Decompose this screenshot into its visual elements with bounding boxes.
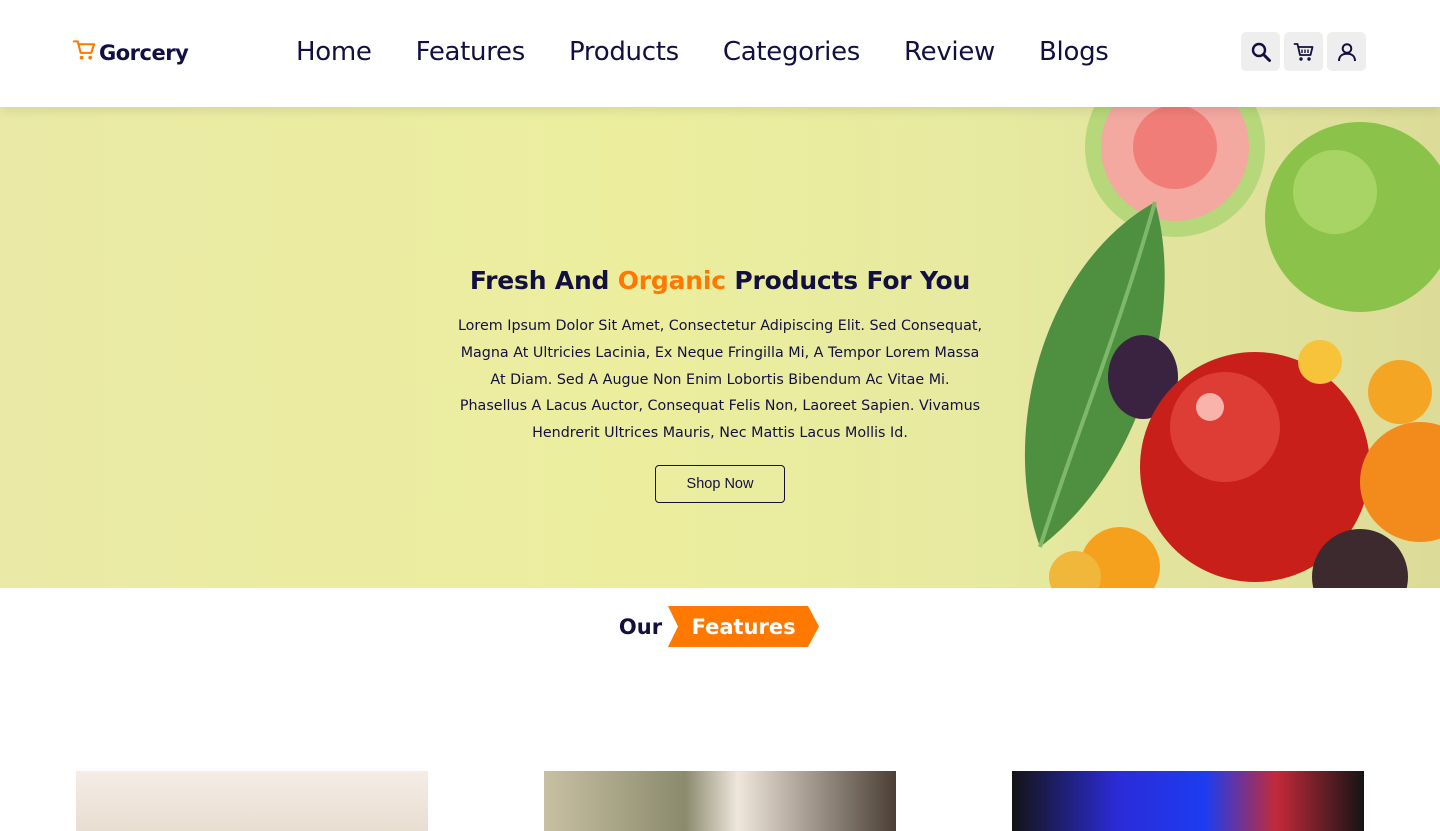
hero-content: Fresh And Organic Products For You Lorem… — [440, 263, 1000, 503]
main-nav: Home Features Products Categories Review… — [296, 34, 1109, 70]
hero-title-accent: Organic — [617, 266, 726, 295]
hero-title-start: Fresh And — [469, 266, 618, 295]
user-button[interactable] — [1327, 32, 1366, 71]
site-header: Gorcery Home Features Products Categorie… — [0, 0, 1440, 107]
feature-card-image-1 — [76, 771, 428, 831]
features-heading: Our Features — [0, 606, 1440, 647]
features-heading-prefix: Our — [618, 614, 663, 639]
hero-title-end: Products For You — [725, 266, 971, 295]
nav-blogs[interactable]: Blogs — [1039, 34, 1109, 70]
hero-title: Fresh And Organic Products For You — [440, 263, 1000, 299]
header-icons — [1241, 32, 1366, 71]
logo[interactable]: Gorcery — [73, 37, 189, 65]
nav-home[interactable]: Home — [296, 34, 372, 70]
nav-features[interactable]: Features — [416, 34, 526, 70]
cart-logo-icon — [73, 40, 96, 60]
feature-card-image-3 — [1012, 771, 1364, 831]
logo-text: Gorcery — [99, 41, 189, 65]
hero-description: Lorem Ipsum Dolor Sit Amet, Consectetur … — [457, 318, 983, 442]
fruit-illustration — [1024, 107, 1440, 588]
nav-review[interactable]: Review — [904, 34, 995, 70]
user-icon — [1337, 42, 1356, 61]
cart-icon — [1293, 42, 1313, 61]
nav-products[interactable]: Products — [569, 34, 679, 70]
search-icon — [1251, 42, 1271, 62]
cart-button[interactable] — [1284, 32, 1323, 71]
features-heading-highlight: Features — [691, 614, 796, 639]
hero-banner: Fresh And Organic Products For You Lorem… — [0, 107, 1440, 588]
nav-categories[interactable]: Categories — [723, 34, 860, 70]
features-ribbon: Features — [668, 606, 820, 647]
search-button[interactable] — [1241, 32, 1280, 71]
shop-now-button[interactable]: Shop Now — [655, 464, 785, 503]
feature-card-image-2 — [544, 771, 896, 831]
